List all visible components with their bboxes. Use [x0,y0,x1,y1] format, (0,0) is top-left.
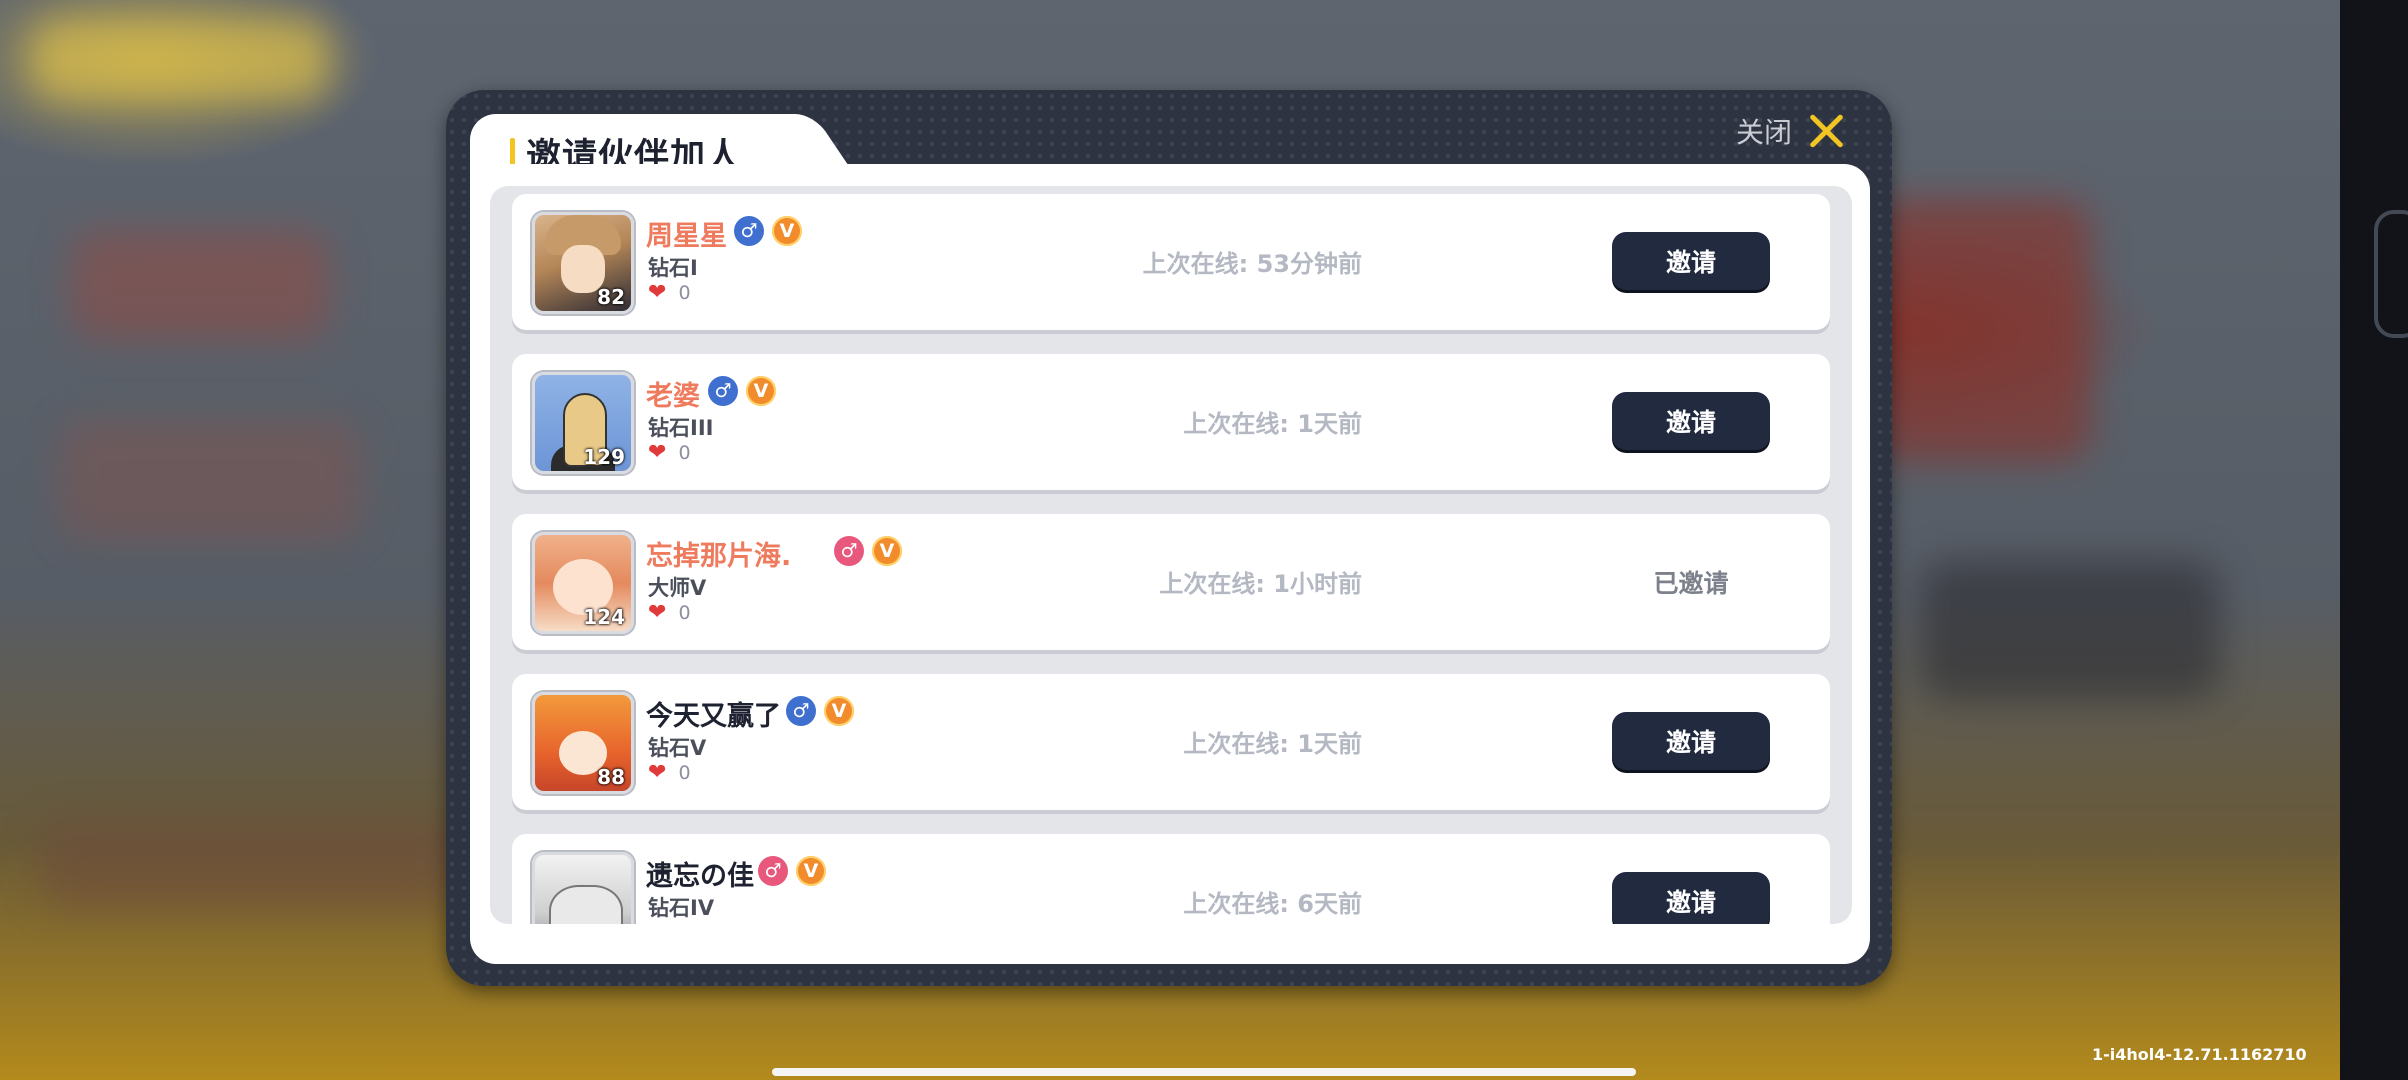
invited-status: 已邀请 [1653,569,1729,598]
player-row: 88 今天又赢了 ♂ V 钻石V ❤ 0 上次在线: 1天前 邀请 [512,674,1830,810]
heart-icon: ❤ [648,922,666,925]
vip-badge-icon: V [796,856,826,886]
player-row: 82 周星星 ♂ V 钻石I ❤ 0 上次在线: 53分钟前 邀请 [512,194,1830,330]
player-rank: 钻石IV [648,896,715,920]
invite-button[interactable]: 邀请 [1612,712,1770,770]
player-level: 82 [597,285,625,309]
likes: ❤ 0 [648,600,691,625]
heart-icon: ❤ [648,760,667,785]
female-gender-icon: ♂ [758,856,788,886]
player-row: 遗忘の佳 ♂ V 钻石IV ❤ 0 上次在线: 6天前 邀请 [512,834,1830,924]
avatar[interactable]: 129 [532,372,634,474]
player-name: 老婆 [646,381,700,412]
male-gender-icon: ♂ [786,696,816,726]
male-gender-icon: ♂ [708,376,738,406]
invite-button[interactable]: 邀请 [1612,392,1770,450]
heart-icon: ❤ [648,280,667,305]
vip-badge-icon: V [772,216,802,246]
avatar[interactable]: 124 [532,532,634,634]
player-rank: 钻石I [648,256,698,280]
avatar[interactable] [532,852,634,924]
invite-button[interactable]: 邀请 [1612,872,1770,924]
close-icon [1806,111,1846,151]
avatar[interactable]: 88 [532,692,634,794]
close-button[interactable]: 关闭 [1736,104,1846,158]
vip-badge-icon: V [824,696,854,726]
last-online: 上次在线: 1天前 [1183,410,1362,438]
like-count: 0 [678,762,691,784]
player-rank: 钻石III [648,416,714,440]
device-edge [2340,0,2408,1080]
player-rank: 大师V [648,576,707,600]
player-name: 今天又赢了 [646,701,781,732]
version-label: 1-i4hol4-12.71.1162710 [2092,1045,2307,1064]
likes: ❤ 0 [648,760,691,785]
like-count: 0 [678,442,691,464]
player-row: 129 老婆 ♂ V 钻石III ❤ 0 上次在线: 1天前 邀请 [512,354,1830,490]
like-count: 0 [678,282,691,304]
player-rank: 钻石V [648,736,707,760]
like-count: 0 [678,922,690,924]
player-level: 88 [597,765,625,789]
last-online: 上次在线: 53分钟前 [1142,250,1362,278]
player-list[interactable]: 82 周星星 ♂ V 钻石I ❤ 0 上次在线: 53分钟前 邀请 129 老婆 [490,186,1852,924]
player-level: 124 [583,605,625,629]
vip-badge-icon: V [872,536,902,566]
player-name: 忘掉那片海. [646,541,792,572]
vip-badge-icon: V [746,376,776,406]
heart-icon: ❤ [648,440,667,465]
close-label: 关闭 [1736,116,1793,149]
likes: ❤ 0 [648,440,691,465]
likes: ❤ 0 [648,922,691,925]
male-gender-icon: ♂ [734,216,764,246]
female-gender-icon: ♂ [834,536,864,566]
player-level: 129 [583,445,625,469]
avatar[interactable]: 82 [532,212,634,314]
invite-button[interactable]: 邀请 [1612,232,1770,290]
player-name: 遗忘の佳 [646,861,754,892]
last-online: 上次在线: 1小时前 [1159,570,1362,598]
likes: ❤ 0 [648,280,691,305]
like-count: 0 [678,602,691,624]
last-online: 上次在线: 1天前 [1183,730,1362,758]
home-indicator[interactable] [772,1068,1636,1076]
player-name: 周星星 [646,221,727,252]
player-row: 124 忘掉那片海. ♂ V 大师V ❤ 0 上次在线: 1小时前 已邀请 [512,514,1830,650]
last-online: 上次在线: 6天前 [1183,890,1362,918]
heart-icon: ❤ [648,600,667,625]
